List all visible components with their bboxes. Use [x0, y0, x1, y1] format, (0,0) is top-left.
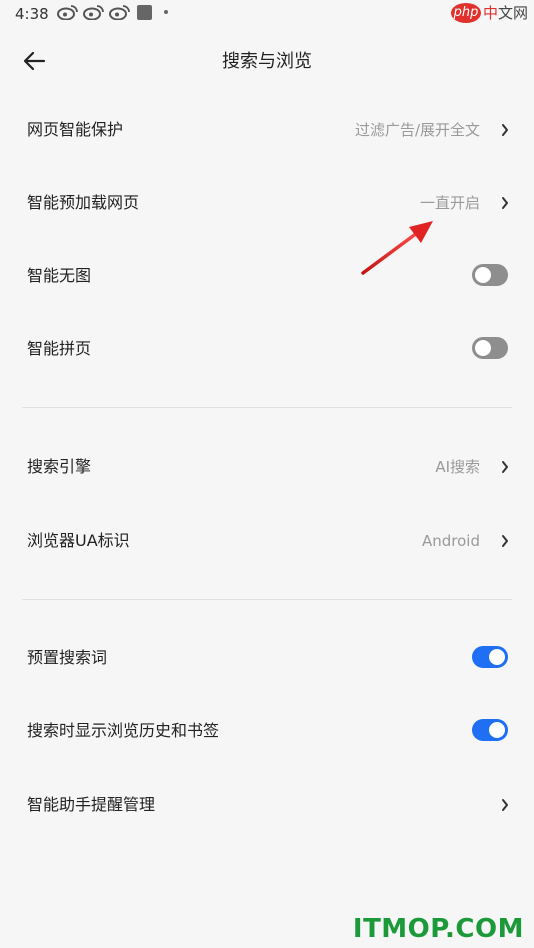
notification-icons — [57, 4, 168, 20]
setting-label: 搜索时显示浏览历史和书签 — [27, 721, 220, 740]
page-title: 搜索与浏览 — [222, 51, 312, 72]
setting-value: Android — [422, 532, 480, 550]
chevron-right-icon — [502, 535, 508, 547]
setting-page-join: 智能拼页 — [0, 319, 534, 379]
setting-value: 过滤广告/展开全文 — [354, 121, 480, 139]
setting-web-protection[interactable]: 网页智能保护 过滤广告/展开全文 — [0, 100, 534, 160]
chevron-right-icon — [502, 124, 508, 136]
more-notifications-icon — [164, 10, 168, 14]
chevron-right-icon — [502, 461, 508, 473]
weibo-icon — [83, 5, 104, 20]
setting-search-engine[interactable]: 搜索引擎 AI搜索 — [0, 437, 534, 497]
app-notification-icon — [137, 4, 152, 20]
section-divider — [22, 599, 512, 600]
weibo-icon — [57, 5, 78, 20]
watermark-badge: php — [450, 2, 481, 23]
annotation-arrow-icon — [361, 221, 433, 275]
watermark-text: 中文网 — [482, 4, 528, 22]
setting-label: 智能无图 — [27, 266, 92, 285]
watermark-text: ITMOP.COM — [352, 914, 524, 944]
toggle-knob — [475, 267, 491, 283]
chevron-right-icon — [502, 197, 508, 209]
watermark-logo: php 中文网 — [450, 2, 528, 23]
status-time: 4:38 — [15, 5, 49, 23]
status-bar: 4:38 php 中文网 — [0, 0, 534, 28]
toggle-knob — [489, 649, 505, 665]
preset-search-words-toggle[interactable] — [472, 646, 508, 668]
no-images-toggle[interactable] — [472, 264, 508, 286]
setting-label: 智能助手提醒管理 — [27, 795, 156, 814]
setting-label: 智能预加载网页 — [27, 193, 140, 212]
weibo-icon — [109, 5, 130, 20]
setting-preload-pages[interactable]: 智能预加载网页 一直开启 — [0, 173, 534, 233]
section-divider — [22, 407, 512, 408]
setting-ua-identifier[interactable]: 浏览器UA标识 Android — [0, 511, 534, 571]
toggle-knob — [489, 722, 505, 738]
setting-label: 网页智能保护 — [27, 120, 124, 139]
setting-preset-search-words: 预置搜索词 — [0, 628, 534, 688]
setting-no-images: 智能无图 — [0, 246, 534, 306]
show-history-bookmarks-toggle[interactable] — [472, 719, 508, 741]
toggle-knob — [475, 340, 491, 356]
setting-assistant-reminders[interactable]: 智能助手提醒管理 — [0, 775, 534, 835]
setting-label: 搜索引擎 — [27, 457, 92, 476]
setting-label: 浏览器UA标识 — [27, 531, 130, 550]
page-join-toggle[interactable] — [472, 337, 508, 359]
setting-show-history-bookmarks: 搜索时显示浏览历史和书签 — [0, 701, 534, 761]
header: 搜索与浏览 — [0, 30, 534, 90]
setting-label: 预置搜索词 — [27, 648, 108, 667]
chevron-right-icon — [502, 799, 508, 811]
setting-label: 智能拼页 — [27, 339, 92, 358]
setting-value: AI搜索 — [435, 458, 480, 476]
